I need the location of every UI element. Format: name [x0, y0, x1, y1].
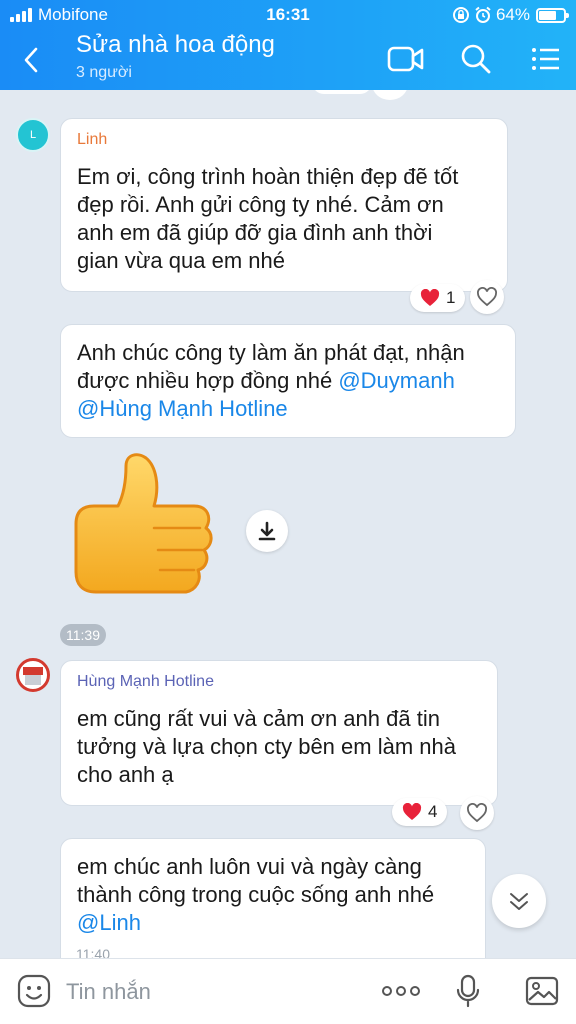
download-button[interactable]	[246, 510, 288, 552]
more-dots-icon	[382, 986, 420, 996]
rotation-lock-icon	[452, 7, 469, 23]
video-camera-icon	[387, 46, 424, 72]
download-icon	[258, 521, 276, 541]
sender-name: Hùng Mạnh Hotline	[77, 673, 214, 690]
previous-reaction-badge	[312, 90, 372, 94]
avatar-hung-manh[interactable]	[16, 658, 50, 692]
alarm-icon	[475, 6, 491, 23]
voice-message-button[interactable]	[448, 971, 488, 1011]
avatar-linh[interactable]: L	[16, 118, 50, 152]
reaction-count: 1	[446, 288, 456, 307]
avatar-letter: L	[29, 129, 37, 141]
message-text: Em ơi, công trình hoàn thiện đẹp đẽ tốt …	[77, 164, 459, 273]
reaction-badge[interactable]: 4	[392, 798, 448, 826]
reaction-count: 4	[428, 802, 438, 821]
mention-link[interactable]: @Linh	[77, 910, 141, 935]
video-call-button[interactable]	[386, 40, 426, 78]
message-bubble[interactable]: Hùng Mạnh Hotline em cũng rất vui và cảm…	[60, 660, 498, 806]
reaction-badge[interactable]: 1	[410, 284, 466, 312]
react-button[interactable]	[470, 280, 504, 314]
react-button[interactable]	[460, 796, 494, 830]
sender-name: Linh	[77, 131, 108, 148]
gallery-button[interactable]	[522, 971, 562, 1011]
status-bar: Mobifone 16:31 64%	[0, 0, 576, 30]
search-icon	[461, 44, 491, 74]
heart-outline-icon	[467, 803, 487, 823]
message-input-bar: Tin nhắn	[0, 958, 576, 1024]
message-text: em cũng rất vui và cảm ơn anh đã tin tưở…	[77, 706, 456, 787]
mention-link[interactable]: @Hùng Mạnh Hotline	[77, 396, 288, 421]
scroll-to-bottom-button[interactable]	[492, 874, 546, 928]
conversation-title[interactable]: Sửa nhà hoa động	[76, 31, 275, 59]
list-menu-icon	[532, 48, 559, 70]
menu-button[interactable]	[526, 40, 566, 78]
heart-icon	[420, 289, 440, 306]
emoji-icon	[17, 974, 51, 1008]
heart-icon	[402, 803, 422, 820]
battery-percent: 64%	[495, 5, 530, 24]
double-chevron-down-icon	[510, 893, 528, 910]
battery-icon	[536, 7, 569, 23]
message-text-body: em chúc anh luôn vui và ngày càng thành …	[77, 854, 435, 907]
timestamp-badge: 11:39	[60, 624, 106, 646]
message-bubble[interactable]: Anh chúc công ty làm ăn phát đạt, nhận đ…	[60, 324, 516, 438]
mention-link[interactable]: @Duymanh	[338, 368, 455, 393]
chevron-left-icon	[24, 47, 38, 73]
message-bubble[interactable]: Linh Em ơi, công trình hoàn thiện đẹp đẽ…	[60, 118, 508, 292]
thumbs-up-sticker[interactable]	[66, 450, 222, 610]
message-text: em chúc anh luôn vui và ngày càng thành …	[77, 853, 434, 937]
message-list[interactable]: L Linh Em ơi, công trình hoàn thiện đẹp …	[0, 90, 576, 958]
chat-header: Mobifone 16:31 64% Sửa nhà hoa động 3 ng…	[0, 0, 576, 90]
sticker-button[interactable]	[14, 971, 54, 1011]
message-bubble[interactable]: em chúc anh luôn vui và ngày càng thành …	[60, 838, 486, 958]
microphone-icon	[456, 974, 480, 1008]
message-text: Anh chúc công ty làm ăn phát đạt, nhận đ…	[77, 339, 465, 423]
search-button[interactable]	[456, 40, 496, 78]
member-count[interactable]: 3 người	[76, 64, 132, 82]
previous-react-button[interactable]	[372, 90, 408, 100]
message-time: 11:40	[76, 946, 110, 958]
message-input[interactable]: Tin nhắn	[66, 979, 151, 1005]
back-button[interactable]	[14, 40, 48, 80]
image-icon	[525, 976, 559, 1006]
heart-outline-icon	[477, 287, 497, 307]
more-options-button[interactable]	[380, 971, 422, 1011]
